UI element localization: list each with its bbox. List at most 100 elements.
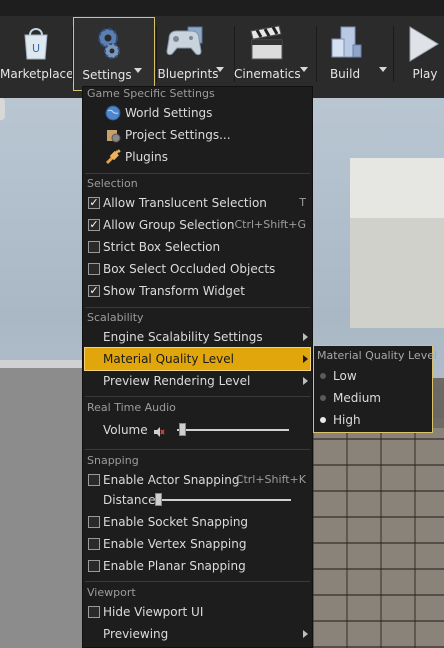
cinematics-dropdown-caret: [300, 67, 308, 72]
speaker-muted-icon[interactable]: [153, 423, 165, 445]
project-settings-icon: [105, 127, 121, 143]
distance-slider-handle[interactable]: [155, 493, 162, 506]
radio-button-off[interactable]: [320, 373, 326, 379]
quality-option-high[interactable]: High: [316, 409, 430, 431]
submenu-arrow-icon: [303, 355, 308, 363]
menu-item-plugins[interactable]: Plugins: [85, 146, 310, 168]
globe-icon: [105, 105, 121, 121]
build-button[interactable]: Build: [317, 17, 393, 91]
checkbox-unchecked[interactable]: [88, 606, 100, 618]
toolbar-top-strip: [0, 0, 444, 16]
gear-settings-icon: [93, 26, 127, 63]
viewport-options-tab[interactable]: [0, 98, 5, 120]
distance-label: Distance: [103, 493, 156, 507]
menu-item-strict-box-selection[interactable]: Strict Box Selection: [85, 236, 310, 258]
menu-item-project-settings[interactable]: Project Settings...: [85, 124, 310, 146]
menu-item-allow-group-selection[interactable]: ✓ Allow Group Selection Ctrl+Shift+G: [85, 214, 310, 236]
menu-item-enable-actor-snapping[interactable]: Enable Actor Snapping Ctrl+Shift+K: [85, 469, 310, 491]
build-dropdown-caret: [379, 67, 387, 72]
cinematics-label: Cinematics: [234, 67, 301, 81]
blueprints-label: Blueprints: [157, 67, 219, 81]
plug-icon: [105, 149, 121, 165]
radio-button-off[interactable]: [320, 395, 326, 401]
menu-item-label: Enable Planar Snapping: [103, 559, 246, 573]
menu-item-label: Enable Vertex Snapping: [103, 537, 247, 551]
menu-item-enable-planar-snapping[interactable]: Enable Planar Snapping: [85, 555, 310, 577]
menu-item-label: Allow Group Selection: [103, 218, 235, 232]
quality-option-medium[interactable]: Medium: [316, 387, 430, 409]
section-scalability: Scalability: [87, 311, 144, 324]
play-button[interactable]: Play: [394, 17, 444, 91]
checkbox-unchecked[interactable]: [88, 516, 100, 528]
blueprints-button[interactable]: Blueprints: [156, 17, 234, 91]
menu-item-preview-rendering-level[interactable]: Preview Rendering Level: [85, 370, 310, 392]
menu-item-label: Show Transform Widget: [103, 284, 245, 298]
menu-item-enable-socket-snapping[interactable]: Enable Socket Snapping: [85, 511, 310, 533]
menu-item-label: Previewing: [103, 627, 169, 641]
viewport-stone-wall: [312, 428, 444, 648]
checkbox-checked[interactable]: ✓: [88, 197, 100, 209]
settings-label: Settings: [82, 68, 132, 82]
menu-item-label: Enable Socket Snapping: [103, 515, 249, 529]
menu-item-previewing[interactable]: Previewing: [85, 623, 310, 645]
option-label: Medium: [333, 391, 381, 405]
volume-slider-handle[interactable]: [179, 423, 186, 436]
settings-button[interactable]: Settings: [73, 17, 155, 91]
menu-item-enable-vertex-snapping[interactable]: Enable Vertex Snapping: [85, 533, 310, 555]
menu-item-label: Engine Scalability Settings: [103, 330, 263, 344]
menu-item-material-quality-level[interactable]: Material Quality Level: [84, 347, 311, 371]
submenu-arrow-icon: [303, 630, 308, 638]
menu-separator: [85, 173, 310, 174]
menu-item-label: Allow Translucent Selection: [103, 196, 267, 210]
checkbox-unchecked[interactable]: [88, 241, 100, 253]
menu-item-shortcut: T: [299, 196, 306, 209]
checkbox-unchecked[interactable]: [88, 263, 100, 275]
menu-separator: [85, 307, 310, 308]
menu-item-label: Project Settings...: [125, 128, 231, 142]
menu-item-label: Plugins: [125, 150, 168, 164]
distance-slider-track[interactable]: [155, 499, 291, 501]
section-viewport: Viewport: [87, 586, 136, 599]
volume-slider-track[interactable]: [177, 429, 289, 431]
option-label: Low: [333, 369, 357, 383]
menu-item-shortcut: Ctrl+Shift+K: [235, 473, 306, 486]
svg-text:U: U: [32, 42, 40, 55]
checkbox-unchecked[interactable]: [88, 474, 100, 486]
quality-option-low[interactable]: Low: [316, 365, 430, 387]
settings-menu: Game Specific Settings World Settings Pr…: [82, 86, 313, 648]
checkbox-checked[interactable]: ✓: [88, 285, 100, 297]
cinematics-button[interactable]: Cinematics: [234, 17, 316, 91]
checkbox-checked[interactable]: ✓: [88, 219, 100, 231]
menu-item-label: World Settings: [125, 106, 213, 120]
menu-item-shortcut: Ctrl+Shift+G: [234, 218, 306, 231]
section-selection: Selection: [87, 177, 138, 190]
section-game-specific: Game Specific Settings: [87, 87, 215, 100]
menu-item-box-select-occluded[interactable]: Box Select Occluded Objects: [85, 258, 310, 280]
menu-item-show-transform-widget[interactable]: ✓ Show Transform Widget: [85, 280, 310, 302]
menu-item-label: Enable Actor Snapping: [103, 473, 240, 487]
checkbox-unchecked[interactable]: [88, 560, 100, 572]
level-editor-toolbar: U Marketplace Settings Blueprints Cinema…: [0, 0, 444, 98]
menu-item-allow-translucent-selection[interactable]: ✓ Allow Translucent Selection T: [85, 192, 310, 214]
marketplace-label: Marketplace: [0, 67, 74, 81]
menu-item-world-settings[interactable]: World Settings: [85, 102, 310, 124]
material-quality-submenu: Material Quality Level Low Medium High: [313, 345, 437, 433]
menu-item-label: Box Select Occluded Objects: [103, 262, 276, 276]
menu-separator: [85, 581, 310, 582]
menu-item-engine-scalability[interactable]: Engine Scalability Settings: [85, 326, 310, 348]
marketplace-button[interactable]: U Marketplace: [0, 17, 74, 91]
menu-separator: [85, 449, 310, 450]
menu-item-distance: Distance: [85, 489, 310, 511]
gamepad-icon: [166, 25, 206, 62]
section-real-time-audio: Real Time Audio: [87, 401, 176, 414]
menu-item-hide-viewport-ui[interactable]: Hide Viewport UI: [85, 601, 310, 623]
menu-item-label: Material Quality Level: [103, 352, 234, 366]
clapperboard-icon: [248, 25, 286, 64]
marketplace-bag-icon: U: [20, 25, 52, 64]
menu-item-volume: Volume: [85, 419, 310, 441]
radio-button-on[interactable]: [320, 417, 326, 423]
checkbox-unchecked[interactable]: [88, 538, 100, 550]
section-snapping: Snapping: [87, 454, 139, 467]
build-label: Build: [329, 67, 361, 81]
volume-label: Volume: [103, 423, 148, 437]
